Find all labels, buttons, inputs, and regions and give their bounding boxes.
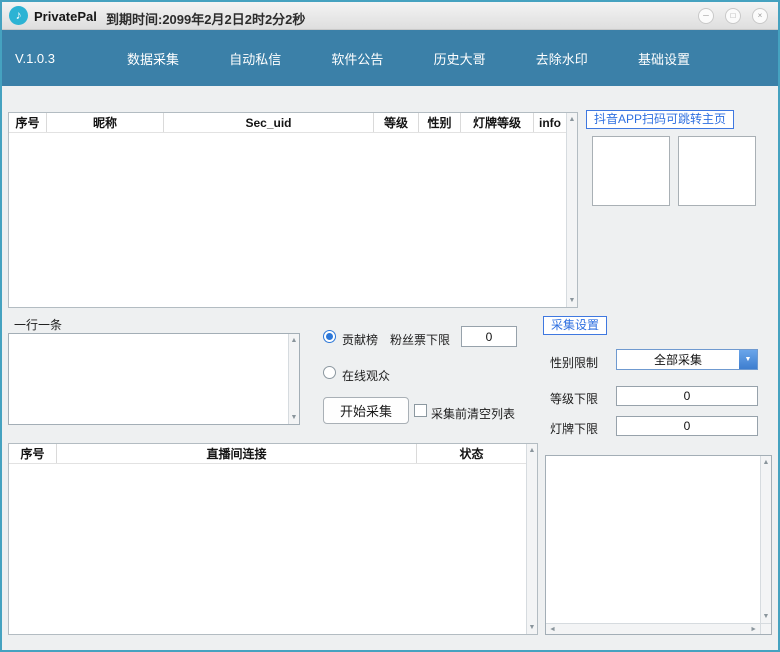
scroll-down-icon[interactable]: ▼ [289, 413, 299, 422]
nav-item-data-collection[interactable]: 数据采集 [127, 49, 179, 68]
col-header-gender: 性别 [419, 113, 461, 132]
col-header-room-link: 直播间连接 [57, 444, 417, 463]
scroll-left-icon[interactable]: ◄ [549, 625, 556, 634]
room-link-textarea-content [9, 334, 288, 424]
scroll-up-icon[interactable]: ▲ [567, 115, 577, 124]
level-limit-input[interactable]: 0 [616, 386, 758, 406]
qr-section-label: 抖音APP扫码可跳转主页 [586, 110, 734, 129]
gender-limit-dropdown[interactable]: 全部采集 ▼ [616, 349, 758, 370]
scroll-up-icon[interactable]: ▲ [761, 458, 771, 467]
scroll-down-icon[interactable]: ▼ [567, 296, 577, 305]
settings-section-label: 采集设置 [543, 316, 607, 335]
col-header-status: 状态 [417, 444, 526, 463]
start-collect-button[interactable]: 开始采集 [323, 397, 409, 424]
clear-before-collect-checkbox[interactable] [414, 404, 427, 417]
titlebar: ♪ PrivatePal 到期时间:2099年2月2日2时2分2秒 ─ □ × [2, 2, 778, 30]
room-table-body [9, 464, 526, 634]
room-link-textarea[interactable]: ▲ ▼ [8, 333, 300, 425]
col-header-seq: 序号 [9, 444, 57, 463]
app-logo-icon: ♪ [9, 6, 28, 25]
qr-code-placeholder-2 [678, 136, 756, 206]
log-content [546, 456, 760, 623]
dropdown-arrow-button[interactable]: ▼ [739, 350, 757, 369]
gender-limit-value: 全部采集 [617, 350, 739, 369]
close-button[interactable]: × [752, 8, 768, 24]
qr-code-placeholder-1 [592, 136, 670, 206]
badge-limit-label: 灯牌下限 [550, 420, 598, 437]
nav-menu: 数据采集 自动私信 软件公告 历史大哥 去除水印 基础设置 [127, 30, 690, 86]
log-vscrollbar[interactable]: ▲ ▼ [760, 456, 771, 623]
textarea-vscrollbar[interactable]: ▲ ▼ [288, 334, 299, 424]
col-header-secuid: Sec_uid [164, 113, 374, 132]
version-label: V.1.0.3 [15, 51, 55, 66]
radio-online-viewers-label: 在线观众 [342, 367, 390, 384]
expiry-time-label: 到期时间:2099年2月2日2时2分2秒 [106, 9, 305, 28]
badge-limit-input[interactable]: 0 [616, 416, 758, 436]
maximize-icon: □ [731, 11, 736, 20]
app-window: ♪ PrivatePal 到期时间:2099年2月2日2时2分2秒 ─ □ × … [0, 0, 780, 652]
nav-item-remove-watermark[interactable]: 去除水印 [536, 49, 588, 68]
scroll-up-icon[interactable]: ▲ [527, 446, 537, 455]
col-header-badge: 灯牌等级 [461, 113, 534, 132]
scroll-right-icon[interactable]: ► [750, 625, 757, 634]
level-limit-label: 等级下限 [550, 390, 598, 407]
scroll-down-icon[interactable]: ▼ [761, 612, 771, 621]
col-header-nickname: 昵称 [47, 113, 164, 132]
music-note-icon: ♪ [16, 8, 22, 22]
user-table-body [9, 133, 566, 307]
col-header-seq: 序号 [9, 113, 47, 132]
nav-item-basic-settings[interactable]: 基础设置 [638, 49, 690, 68]
user-table: 序号 昵称 Sec_uid 等级 性别 灯牌等级 info ▲ ▼ [8, 112, 578, 308]
scroll-down-icon[interactable]: ▼ [527, 623, 537, 632]
gender-limit-label: 性别限制 [550, 354, 598, 371]
col-header-info: info [534, 113, 566, 132]
user-table-header: 序号 昵称 Sec_uid 等级 性别 灯牌等级 info [9, 113, 566, 133]
navbar: V.1.0.3 数据采集 自动私信 软件公告 历史大哥 去除水印 基础设置 [2, 30, 778, 86]
window-controls: ─ □ × [698, 8, 768, 24]
room-table-header: 序号 直播间连接 状态 [9, 444, 526, 464]
close-icon: × [758, 11, 763, 20]
radio-contribution-list[interactable] [323, 330, 336, 343]
room-table: 序号 直播间连接 状态 ▲ ▼ [8, 443, 538, 635]
app-title: PrivatePal [34, 9, 97, 24]
clear-before-collect-label: 采集前清空列表 [431, 405, 515, 422]
log-hscrollbar[interactable]: ◄ ► [546, 623, 760, 634]
minimize-icon: ─ [703, 11, 709, 20]
fan-ticket-limit-input[interactable]: 0 [461, 326, 517, 347]
fan-ticket-limit-label: 粉丝票下限 [390, 331, 450, 348]
scroll-up-icon[interactable]: ▲ [289, 336, 299, 345]
scrollbar-corner [760, 623, 771, 634]
user-table-vscrollbar[interactable]: ▲ ▼ [566, 113, 577, 307]
radio-contribution-label: 贡献榜 [342, 331, 378, 348]
minimize-button[interactable]: ─ [698, 8, 714, 24]
room-table-vscrollbar[interactable]: ▲ ▼ [526, 444, 537, 634]
maximize-button[interactable]: □ [725, 8, 741, 24]
nav-item-auto-message[interactable]: 自动私信 [229, 49, 281, 68]
log-panel: ▲ ▼ ◄ ► [545, 455, 772, 635]
link-input-label: 一行一条 [14, 316, 62, 333]
col-header-level: 等级 [374, 113, 419, 132]
chevron-down-icon: ▼ [745, 356, 752, 363]
nav-item-announcement[interactable]: 软件公告 [331, 49, 383, 68]
radio-online-viewers[interactable] [323, 366, 336, 379]
nav-item-history[interactable]: 历史大哥 [434, 49, 486, 68]
